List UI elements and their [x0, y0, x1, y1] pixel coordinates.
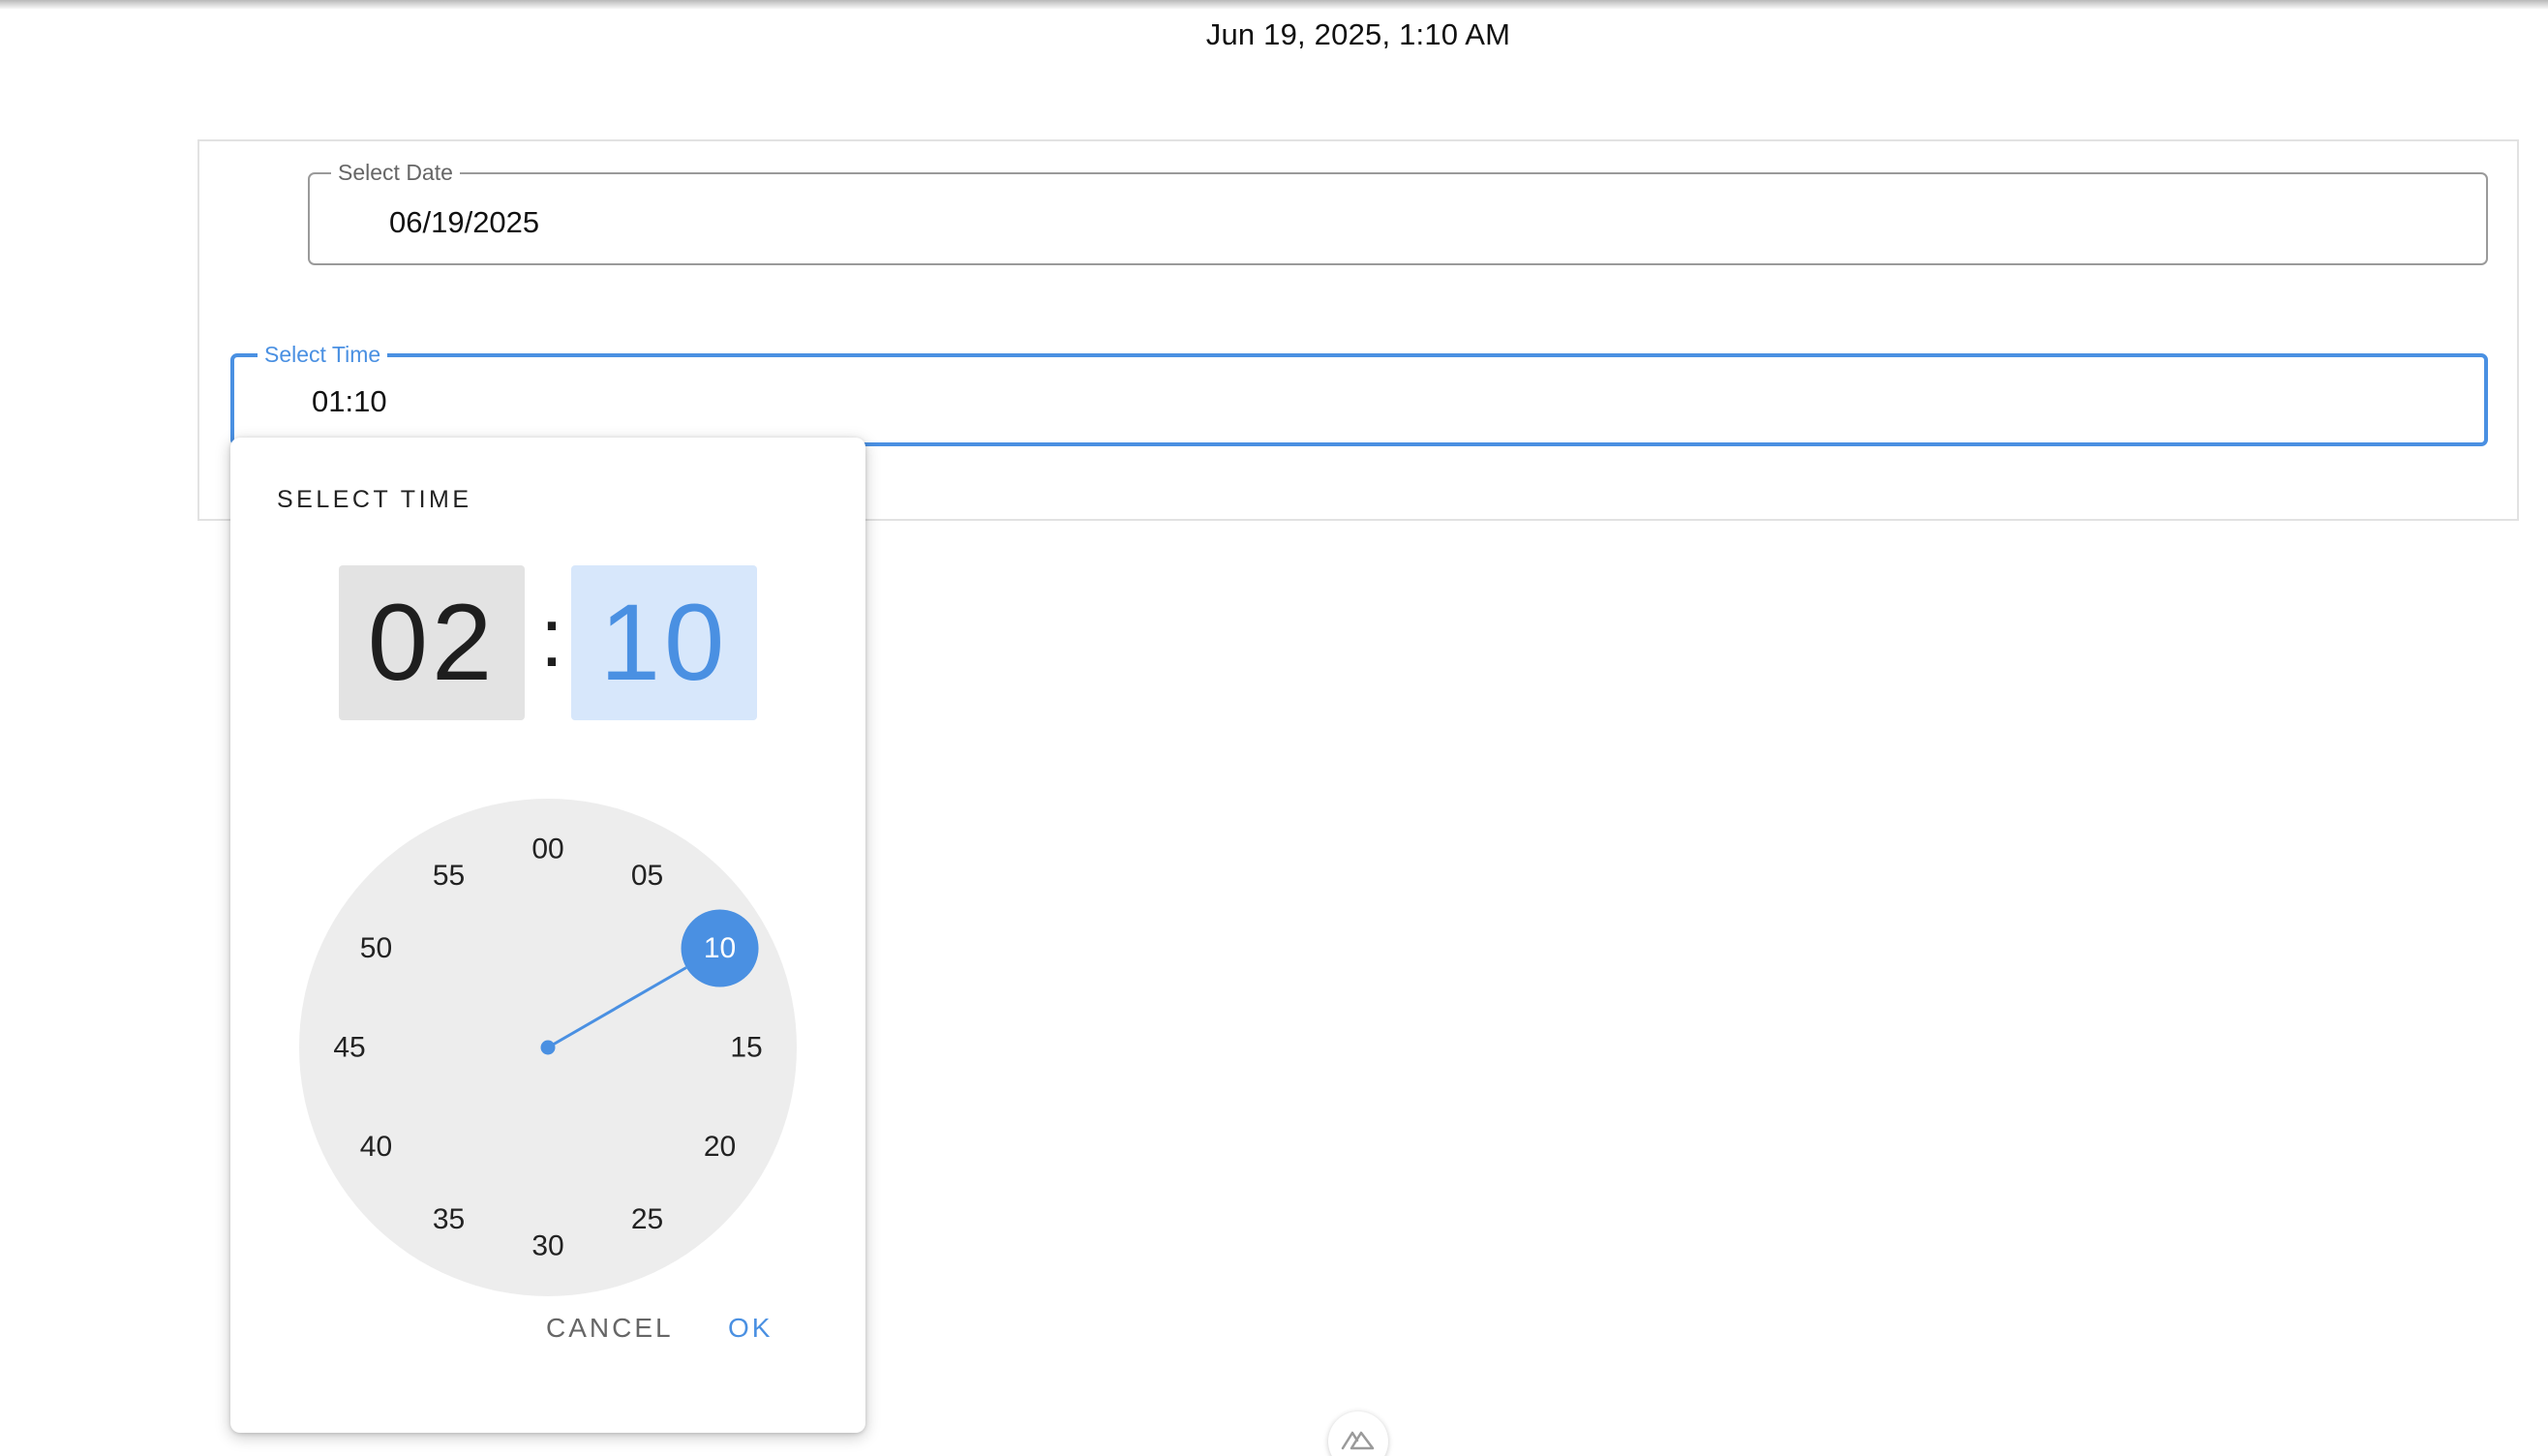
time-separator: : — [540, 592, 563, 684]
clock-number-55[interactable]: 55 — [433, 860, 465, 892]
clock-number-05[interactable]: 05 — [631, 860, 663, 892]
clock-number-50[interactable]: 50 — [360, 932, 392, 964]
clock-number-25[interactable]: 25 — [631, 1203, 663, 1235]
hour-display[interactable]: 02 — [339, 565, 525, 720]
clock-number-20[interactable]: 20 — [704, 1131, 736, 1163]
selected-datetime-text: Jun 19, 2025, 1:10 AM — [1205, 17, 1511, 51]
clock-number-00[interactable]: 00 — [531, 834, 563, 865]
minute-display[interactable]: 10 — [571, 565, 757, 720]
time-picker-dialog: SELECT TIME 02 : 10 00 05 10 15 20 25 30 35 40 45… — [230, 438, 865, 1433]
date-field-label: Select Date — [331, 159, 460, 186]
date-field[interactable]: Select Date 06/19/2025 — [308, 159, 2488, 265]
minute-clock-face[interactable]: 00 05 10 15 20 25 30 35 40 45 50 55 — [298, 798, 798, 1297]
time-field-value[interactable]: 01:10 — [312, 384, 387, 419]
ok-button[interactable]: OK — [728, 1313, 773, 1344]
clock-number-15[interactable]: 15 — [730, 1032, 762, 1064]
clock-number-35[interactable]: 35 — [433, 1203, 465, 1235]
time-field-label: Select Time — [258, 341, 388, 368]
devtools-toggle-button[interactable] — [1328, 1411, 1388, 1456]
time-field[interactable]: Select Time 01:10 — [230, 341, 2488, 446]
page: Jun 19, 2025, 1:10 AM Select Date 06/19/… — [0, 0, 2548, 1456]
clock-number-10[interactable]: 10 — [704, 932, 736, 964]
date-field-value[interactable]: 06/19/2025 — [389, 205, 539, 240]
picker-title: SELECT TIME — [277, 486, 472, 513]
nuxt-logo-icon — [1341, 1431, 1375, 1450]
clock-number-45[interactable]: 45 — [333, 1032, 365, 1064]
clock-number-30[interactable]: 30 — [531, 1230, 563, 1262]
clock-center-dot — [540, 1040, 556, 1055]
clock-number-40[interactable]: 40 — [360, 1131, 392, 1163]
cancel-button[interactable]: CANCEL — [546, 1313, 674, 1344]
top-shadow — [0, 0, 2548, 10]
